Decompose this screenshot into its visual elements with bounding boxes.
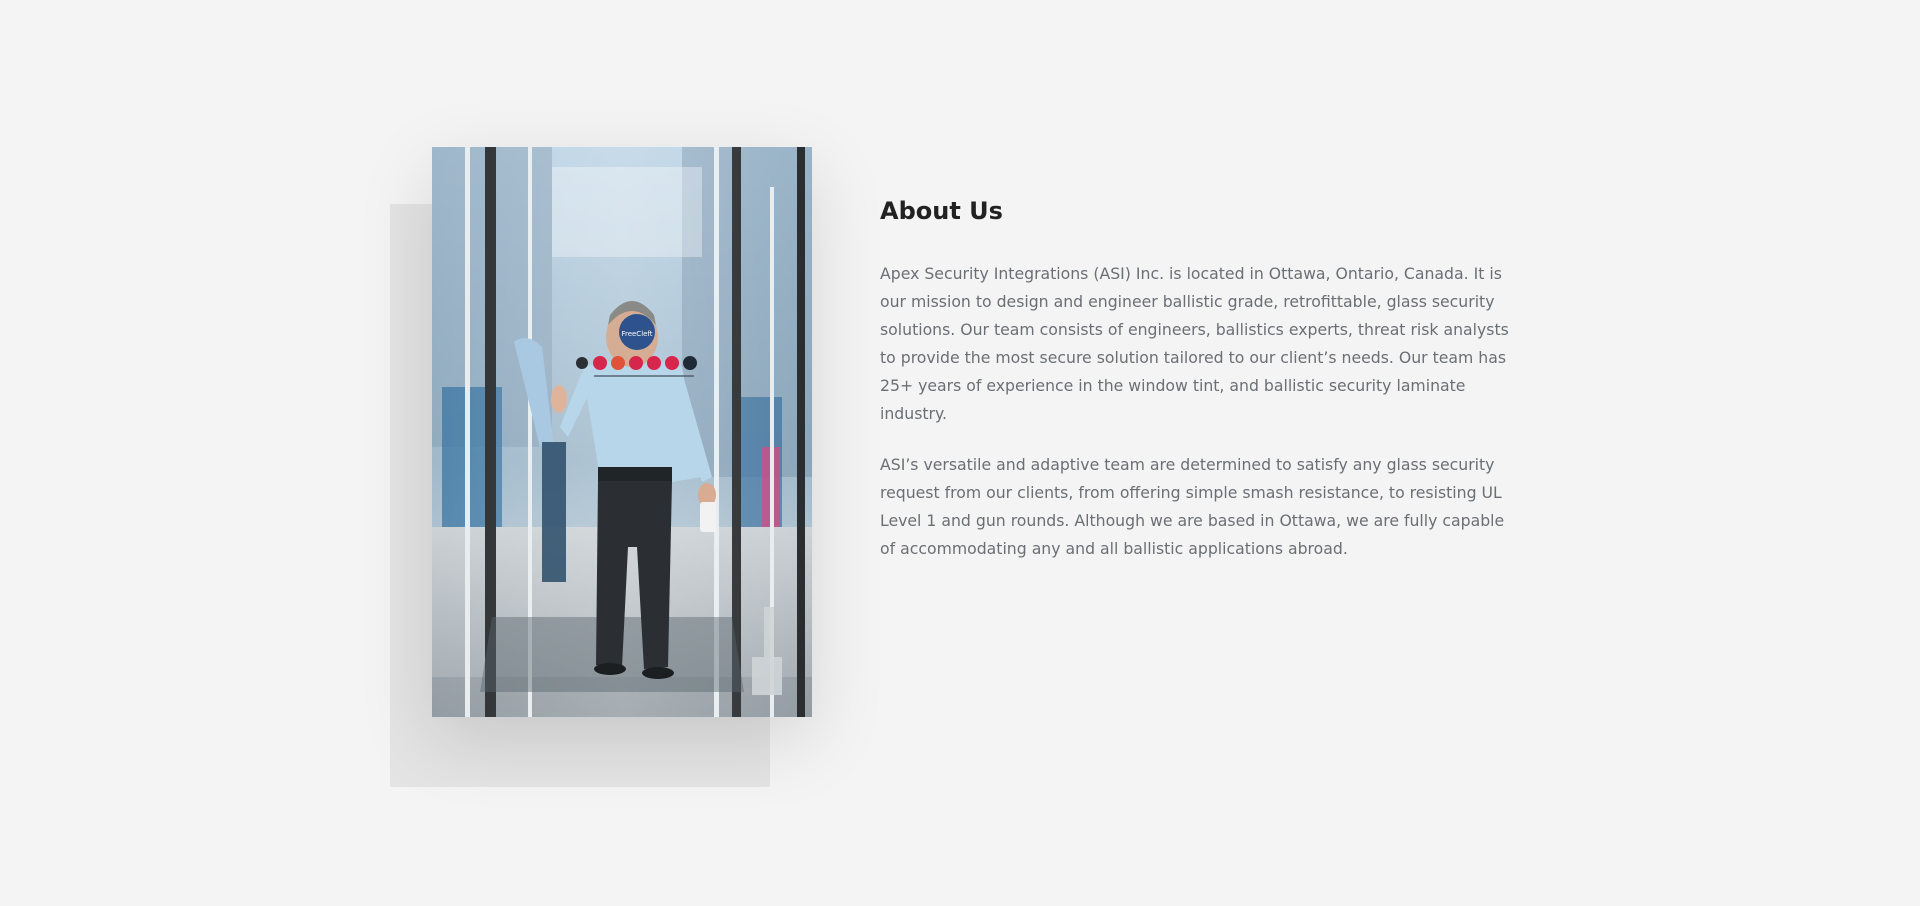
badge-text: FreeCleft	[621, 330, 652, 338]
security-glass-photo: FreeCleft	[432, 147, 812, 717]
about-heading: About Us	[880, 197, 1003, 225]
about-section: FreeCleft About Us Apex Security Integra…	[0, 0, 1920, 906]
about-content: About Us Apex Security Integrations (ASI…	[880, 193, 1520, 586]
about-paragraph-1: Apex Security Integrations (ASI) Inc. is…	[880, 264, 1509, 423]
about-paragraph-2: ASI’s versatile and adaptive team are de…	[880, 455, 1505, 558]
man-at-glass-door-illustration: FreeCleft	[432, 147, 812, 717]
